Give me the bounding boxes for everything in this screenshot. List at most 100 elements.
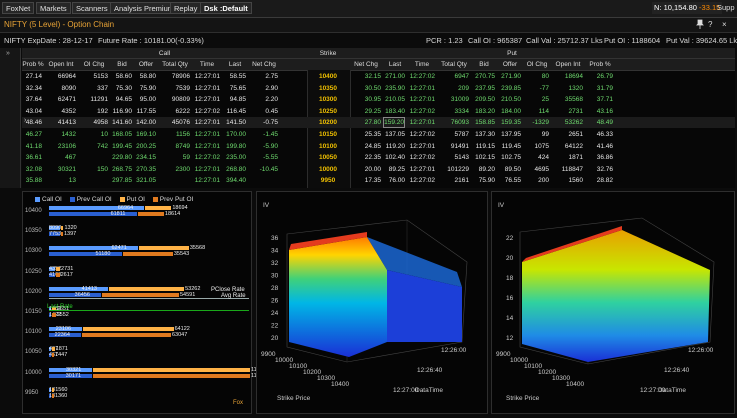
call-col-header[interactable]: Prob % xyxy=(22,59,44,70)
call-col-header[interactable]: Bid xyxy=(110,59,134,70)
call-oi-bar-label: 62471 xyxy=(111,245,127,252)
strike-cell[interactable]: 10300 xyxy=(307,94,349,105)
put-oi-bar[interactable] xyxy=(52,387,55,392)
put-oi-bar[interactable] xyxy=(108,286,185,291)
put-col-header[interactable]: Bid xyxy=(471,59,497,70)
call-iv-surface-panel: IV 36 34 32 30 28 26 24 22 20 9900 10000 10100 1020… xyxy=(256,191,488,414)
put-iv-surface-panel: IV 22 20 18 16 14 12 9900 10000 10100 10200 10300… xyxy=(491,191,735,414)
prev-put-oi-bar[interactable] xyxy=(101,292,179,297)
strike-cell[interactable]: 10200 xyxy=(307,117,349,128)
call-cell: 321.05 xyxy=(136,177,156,185)
table-row[interactable]: 35.88 13 297.85 321.05 12:27:01 394.40 9950 17.… xyxy=(22,175,735,186)
call-col-header[interactable]: Time xyxy=(192,59,222,70)
table-row[interactable]: 27.14 66964 5153 58.60 58.80 78906 12:27:01 58.… xyxy=(22,71,735,82)
help-button[interactable]: ? xyxy=(708,19,712,31)
call-cell: 116.90 xyxy=(112,107,132,115)
table-row[interactable]: 32.08 30321 150 268.75 270.35 2300 12:27:01 268… xyxy=(22,164,735,175)
put-oi-bar[interactable] xyxy=(52,347,55,352)
call-cell: 45076 xyxy=(171,119,190,127)
table-row[interactable]: 46.27 1432 10 168.05 169.10 1156 12:27:01 170.0… xyxy=(22,129,735,140)
menu-analysis-premium[interactable]: Analysis Premium xyxy=(110,2,179,14)
call-col-header[interactable]: Net Chg xyxy=(248,59,280,70)
call-cell: -0.75 xyxy=(263,119,278,127)
table-row[interactable]: 43.04 4352 192 116.90 117.55 6222 12:27:02 116.… xyxy=(22,106,735,117)
put-oi-bar[interactable] xyxy=(56,266,61,271)
menu-foxnet[interactable]: FoxNet xyxy=(2,2,35,14)
table-row[interactable]: 32.34 8090 337 75.30 75.90 7539 12:27:01 75.65 2… xyxy=(22,83,735,94)
support-button[interactable]: Supp xyxy=(717,2,735,14)
put-col-header[interactable]: Prob % xyxy=(585,59,615,70)
legend-put-oi[interactable]: Put OI xyxy=(127,196,145,203)
menu-scanners[interactable]: Scanners xyxy=(72,2,112,14)
prev-call-oi-bar-label: 7753 xyxy=(49,231,62,238)
prev-put-oi-bar[interactable] xyxy=(55,272,60,277)
put-oi-bar[interactable] xyxy=(82,327,174,332)
put-oi-bar[interactable] xyxy=(138,246,189,251)
menu-replay[interactable]: Replay xyxy=(170,2,202,14)
put-col-header[interactable]: Offer xyxy=(497,59,523,70)
put-col-header[interactable]: Net Chg xyxy=(349,59,383,70)
put-col-header[interactable]: Last xyxy=(383,59,407,70)
put-cell: 119.45 xyxy=(501,142,521,150)
put-col-header[interactable]: Open Int xyxy=(551,59,585,70)
put-oi-bar-label: 35568 xyxy=(189,245,206,252)
table-row[interactable]: 41.18 23106 742 199.45 200.25 8749 12:27:01 199… xyxy=(22,141,735,152)
call-x-axis-label: Strike Price xyxy=(277,395,311,402)
prev-put-oi-bar-label: 1447 xyxy=(55,352,68,359)
table-row[interactable]: 48.46 41413 4958 141.60 142.00 45076 12:27:01 1… xyxy=(22,117,735,129)
prev-put-oi-bar[interactable] xyxy=(52,393,54,398)
strike-cell[interactable]: 9950 xyxy=(307,175,349,186)
strike-cell[interactable]: 10000 xyxy=(307,164,349,175)
strike-cell[interactable]: 10250 xyxy=(307,106,349,117)
prev-put-oi-bar[interactable] xyxy=(60,232,63,237)
menu-desk-default[interactable]: Dsk :Default xyxy=(200,2,252,14)
legend-prev-call-oi[interactable]: Prev Call OI xyxy=(77,196,112,203)
put-cell: 91491 xyxy=(450,142,469,150)
window-title: NIFTY (5 Level) - Option Chain xyxy=(4,20,115,29)
pcr-value: PCR : 1.23 xyxy=(426,36,463,45)
put-cell: 12:27:01 xyxy=(409,165,435,173)
put-col-header[interactable]: Total Qty xyxy=(437,59,471,70)
call-col-header[interactable]: Total Qty xyxy=(158,59,192,70)
put-cell: 12:27:02 xyxy=(409,107,435,115)
call-val-value: Call Val : 25712.37 Lks xyxy=(526,36,603,45)
call-col-header[interactable]: Open Int xyxy=(44,59,78,70)
chevron-right-icon[interactable]: » xyxy=(6,50,10,57)
close-button[interactable]: × xyxy=(722,19,727,31)
put-col-header[interactable]: Time xyxy=(407,59,437,70)
strike-cell[interactable]: 10050 xyxy=(307,152,349,163)
call-oi-bar[interactable] xyxy=(49,286,108,291)
table-row[interactable]: 36.61 467 229.80 234.15 59 12:27:02 235.00 -5.5… xyxy=(22,152,735,163)
call-col-header[interactable]: OI Chg xyxy=(78,59,110,70)
prev-put-oi-bar[interactable] xyxy=(92,373,250,378)
call-col-header[interactable]: Last xyxy=(222,59,248,70)
call-cell: 62471 xyxy=(57,96,76,104)
menu-markets[interactable]: Markets xyxy=(36,2,71,14)
prev-put-oi-bar[interactable] xyxy=(122,252,173,257)
put-oi-bar[interactable] xyxy=(144,206,172,210)
oi-strike-tick: 10150 xyxy=(25,309,42,315)
side-collapse-strip[interactable]: » xyxy=(0,48,21,188)
call-cell: 12:27:01 xyxy=(194,96,220,104)
pin-icon[interactable] xyxy=(696,19,704,33)
put-cell: 89.25 xyxy=(388,165,405,173)
put-col-header[interactable]: OI Chg xyxy=(523,59,551,70)
prev-put-oi-bar[interactable] xyxy=(81,333,171,338)
put-cell: 26.79 xyxy=(596,73,613,80)
strike-cell[interactable]: 10100 xyxy=(307,141,349,152)
group-strike-header: Strike xyxy=(319,50,337,57)
legend-prev-put-oi[interactable]: Prev Put OI xyxy=(160,196,194,203)
strike-cell[interactable]: 10150 xyxy=(307,129,349,140)
put-oi-bar[interactable] xyxy=(61,226,64,231)
prev-put-oi-bar[interactable] xyxy=(52,313,56,317)
legend-call-oi[interactable]: Call OI xyxy=(42,196,62,203)
call-col-header[interactable]: Offer xyxy=(134,59,158,70)
prev-put-oi-bar[interactable] xyxy=(52,353,55,358)
prev-call-oi-bar[interactable] xyxy=(49,252,122,257)
strike-cell[interactable]: 10350 xyxy=(307,83,349,94)
put-oi-bar[interactable] xyxy=(92,367,250,372)
prev-put-oi-bar[interactable] xyxy=(137,212,164,216)
strike-cell[interactable]: 10400 xyxy=(307,71,349,82)
index-ticker[interactable]: N: 10,154.80 -33.15 xyxy=(652,2,723,14)
table-row[interactable]: 37.64 62471 11291 94.65 95.00 90809 12:27:01 94… xyxy=(22,94,735,105)
